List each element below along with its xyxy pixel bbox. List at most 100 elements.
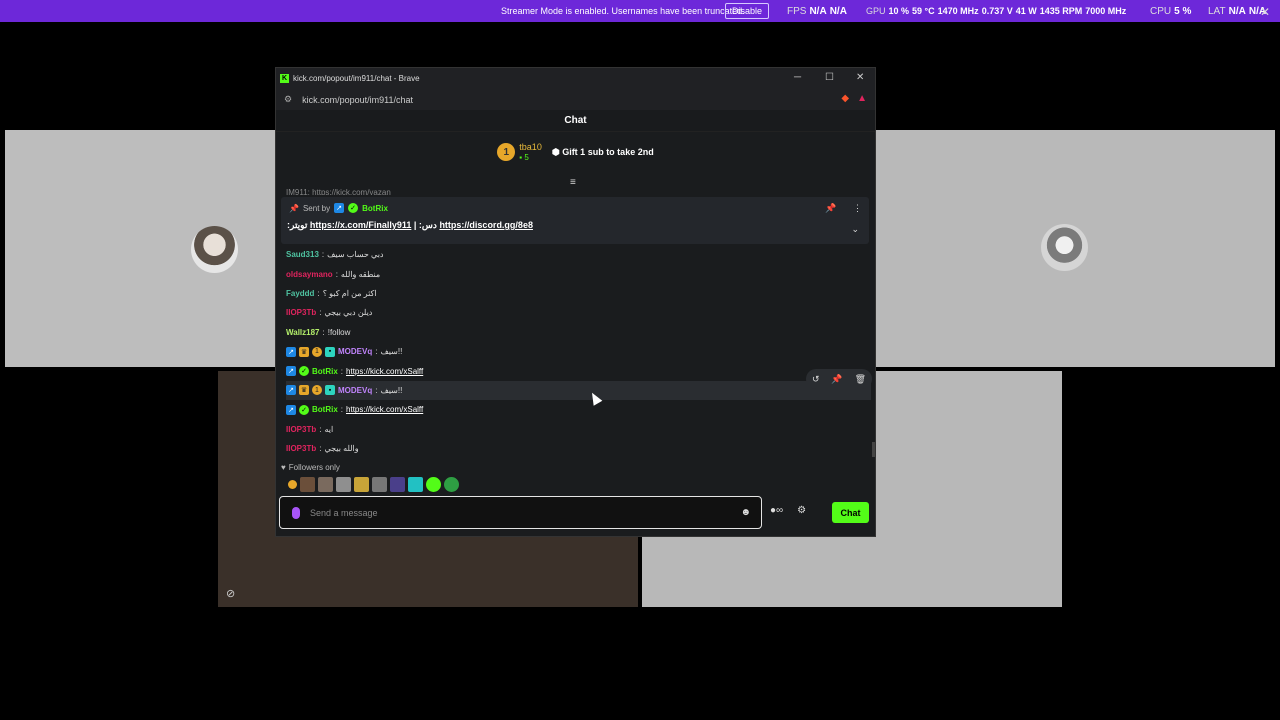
followers-only-indicator: ♥ Followers only [281, 463, 340, 472]
chat-input[interactable]: Send a message ☻ [279, 496, 762, 529]
chat-message[interactable]: IIOP3Tb: والله بيجي [286, 439, 871, 458]
pinned-link-x[interactable]: https://x.com/Finally911 [310, 220, 412, 230]
bot-badge-icon: ↗ [334, 203, 345, 213]
rank-medal: 1 [497, 143, 516, 161]
banner-message: Streamer Mode is enabled. Usernames have… [501, 6, 745, 16]
message-actions: ↺ 📌 🗑 [806, 369, 872, 389]
message-username[interactable]: BotRix [312, 367, 338, 376]
chat-message[interactable]: oldsaymano: منطقه والله [286, 264, 871, 283]
chat-message[interactable]: IIOP3Tb: ديلن دبي بيجي [286, 303, 871, 322]
moderator-badge-icon: ↗ [286, 346, 296, 357]
message-link[interactable]: https://kick.com/xSalff [346, 367, 423, 376]
maximize-icon[interactable]: ☐ [825, 72, 834, 83]
message-username[interactable]: Wallz187 [286, 328, 320, 337]
chat-header: Chat [276, 110, 875, 132]
emote[interactable] [426, 477, 441, 492]
chat-message[interactable]: Fayddd: اكثر من ام كبو ؟ [286, 284, 871, 303]
chat-message[interactable]: Saud313: دبي حساب سيف [286, 245, 871, 264]
chat-message[interactable]: ↗ ♛ 1 ▪ MODEVq: سيف!! [286, 342, 871, 361]
close-window-icon[interactable]: ✕ [856, 72, 864, 83]
gift-box-icon: ⬢ [551, 146, 563, 157]
microphone-icon[interactable] [292, 506, 300, 519]
message-username[interactable]: IIOP3Tb [286, 444, 316, 453]
emote[interactable] [390, 477, 405, 492]
site-settings-icon[interactable]: ⚙ [284, 94, 292, 105]
pinned-link-discord[interactable]: https://discord.gg/8e8 [439, 220, 533, 230]
chat-message[interactable]: IIOP3Tb: ايه [286, 420, 871, 439]
bot-badge-icon: ↗ [286, 366, 296, 377]
reply-icon[interactable]: ↺ [812, 374, 820, 385]
scroll-to-bottom-icon[interactable]: ≡ [570, 177, 576, 188]
message-text: سيف!! [380, 385, 403, 395]
chat-message[interactable]: ↗ ♛ 1 ▪ MODEVq: سيف!! [286, 380, 871, 401]
chat-message[interactable]: ↗ ✓ BotRix: https://kick.com/xSalff [286, 400, 871, 419]
chat-message[interactable]: Wallz187: !follow [286, 323, 871, 342]
close-icon[interactable]: ✕ [1260, 5, 1270, 19]
message-username[interactable]: MODEVq [338, 386, 372, 395]
message-text: سيف!! [380, 347, 403, 357]
message-link[interactable]: https://kick.com/xSalff [346, 405, 423, 414]
pinned-message[interactable]: 📌 Sent by ↗ ✓ BotRix 📌 ⋮ :تويتر https://… [281, 197, 869, 244]
settings-icon[interactable]: ⚙ [797, 505, 806, 516]
address-bar[interactable]: ⚙ kick.com/popout/im911/chat ◆ ▲ [276, 89, 875, 110]
gpu-stat: GPU 10 % 59 °C 1470 MHz 0.737 V 41 W 143… [866, 6, 1127, 16]
pin-message-icon[interactable]: 📌 [831, 374, 842, 385]
brave-shields-icon[interactable]: ◆ [841, 93, 849, 104]
emote[interactable] [354, 477, 369, 492]
pinned-text: :تويتر https://x.com/Finally911 | :دس ht… [287, 220, 533, 230]
kick-logo-icon: K [280, 74, 289, 83]
message-text: !follow [327, 327, 351, 337]
pinned-sender[interactable]: BotRix [362, 204, 388, 213]
gift-leaderboard[interactable]: 1 tba10 ▪ 5 ⬢ Gift 1 sub to take 2nd [276, 132, 875, 172]
window-title: kick.com/popout/im911/chat - Brave [293, 74, 420, 83]
verified-badge-icon: ✓ [299, 404, 309, 415]
emote[interactable] [300, 477, 315, 492]
participant-avatar [191, 226, 238, 273]
emote[interactable] [336, 477, 351, 492]
latency-stat: LAT N/A N/A [1208, 6, 1267, 17]
message-text: ايه [324, 424, 334, 434]
delete-icon[interactable]: 🗑 [855, 374, 866, 385]
emote[interactable] [288, 480, 297, 489]
message-username[interactable]: IIOP3Tb [286, 308, 316, 317]
minimize-icon[interactable]: ─ [794, 72, 801, 83]
message-username[interactable]: IIOP3Tb [286, 425, 316, 434]
bot-badge-icon: ↗ [286, 404, 296, 415]
recent-emotes [288, 477, 459, 492]
disable-streamer-mode-button[interactable]: Disable [725, 3, 770, 19]
message-text: والله بيجي [324, 444, 359, 454]
brave-rewards-icon[interactable]: ▲ [857, 93, 867, 104]
kick-points-icon[interactable]: ●∞ [770, 505, 783, 516]
message-username[interactable]: MODEVq [338, 347, 372, 356]
mic-off-icon[interactable]: ⊘ [226, 587, 238, 600]
unpin-icon[interactable]: 📌 [825, 203, 836, 214]
chat-messages: Saud313: دبي حساب سيف oldsaymano: منطقه … [286, 245, 871, 458]
fps-stat: FPS N/A N/A [787, 6, 847, 17]
moderator-badge-icon: ↗ [286, 385, 296, 396]
chat-input-placeholder[interactable]: Send a message [310, 508, 378, 518]
emote[interactable] [408, 477, 423, 492]
emoji-picker-icon[interactable]: ☻ [740, 507, 751, 518]
cpu-stat: CPU 5 % [1150, 6, 1192, 17]
message-username[interactable]: Saud313 [286, 250, 319, 259]
url-text[interactable]: kick.com/popout/im911/chat [302, 95, 413, 105]
message-username[interactable]: Fayddd [286, 289, 314, 298]
message-username[interactable]: oldsaymano [286, 270, 333, 279]
chevron-down-icon[interactable]: ⌄ [851, 224, 859, 235]
chat-message[interactable]: ↗ ✓ BotRix: https://kick.com/xSalff [286, 361, 871, 380]
verified-badge-icon: ✓ [299, 366, 309, 377]
message-text: اكثر من ام كبو ؟ [322, 288, 377, 298]
sub-gifter-badge-icon: ▪ [325, 346, 335, 357]
emote[interactable] [318, 477, 333, 492]
message-username[interactable]: BotRix [312, 405, 338, 414]
truncated-message: IM911: https://kick.com/yazan [286, 188, 391, 195]
emote[interactable] [444, 477, 459, 492]
streamer-mode-banner: Streamer Mode is enabled. Usernames have… [0, 0, 1280, 22]
scrollbar[interactable] [872, 442, 875, 457]
send-chat-button[interactable]: Chat [832, 502, 869, 523]
heart-icon: ♥ [281, 463, 286, 472]
verified-badge-icon: ✓ [348, 203, 359, 213]
emote[interactable] [372, 477, 387, 492]
gift-sub-prompt[interactable]: ⬢ Gift 1 sub to take 2nd [552, 147, 654, 158]
more-options-icon[interactable]: ⋮ [853, 203, 862, 214]
